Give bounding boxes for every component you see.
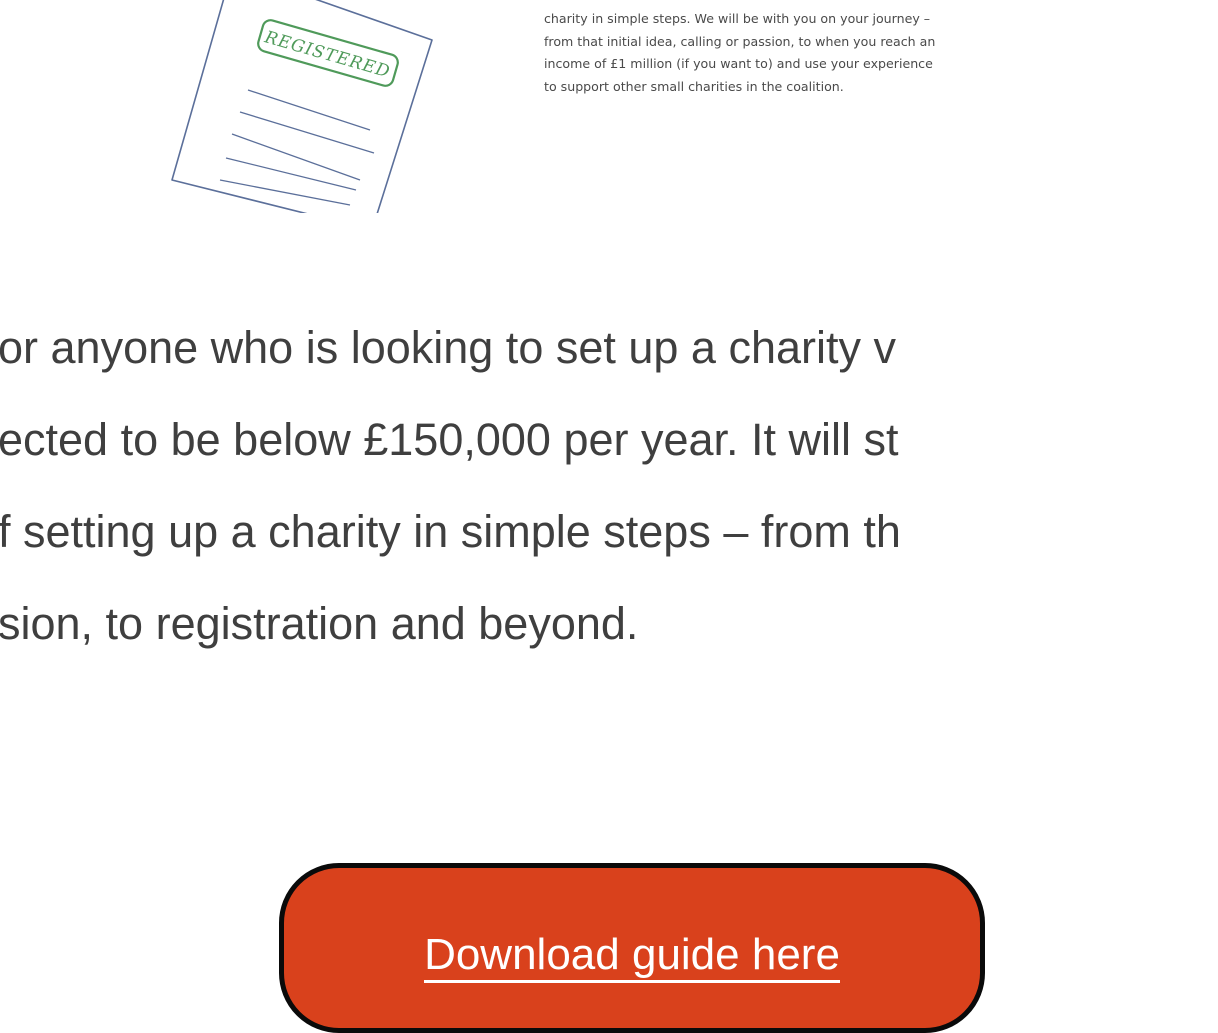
intro-line: sion, to registration and beyond.	[0, 598, 639, 649]
intro-line: ected to be below £150,000 per year. It …	[0, 414, 899, 465]
intro-line: f setting up a charity in simple steps –…	[0, 506, 901, 557]
registered-document-illustration: REGISTERED	[171, 0, 433, 213]
guide-intro-paragraph: or anyone who is looking to set up a cha…	[0, 318, 1218, 788]
download-guide-button[interactable]: Download guide here	[279, 863, 985, 1033]
cover-text-line: to support other small charities in the …	[544, 78, 844, 94]
cover-text-line: from that initial idea, calling or passi…	[544, 33, 936, 49]
cover-text-line: income of £1 million (if you want to) an…	[544, 56, 933, 72]
cover-text-line: charity in simple steps. We will be with…	[544, 11, 931, 26]
guide-cover: REGISTERED charity in simple steps. We w…	[0, 0, 1218, 213]
intro-line: or anyone who is looking to set up a cha…	[0, 322, 897, 373]
cover-description: charity in simple steps. We will be with…	[544, 0, 1064, 98]
download-guide-label: Download guide here	[424, 930, 840, 983]
